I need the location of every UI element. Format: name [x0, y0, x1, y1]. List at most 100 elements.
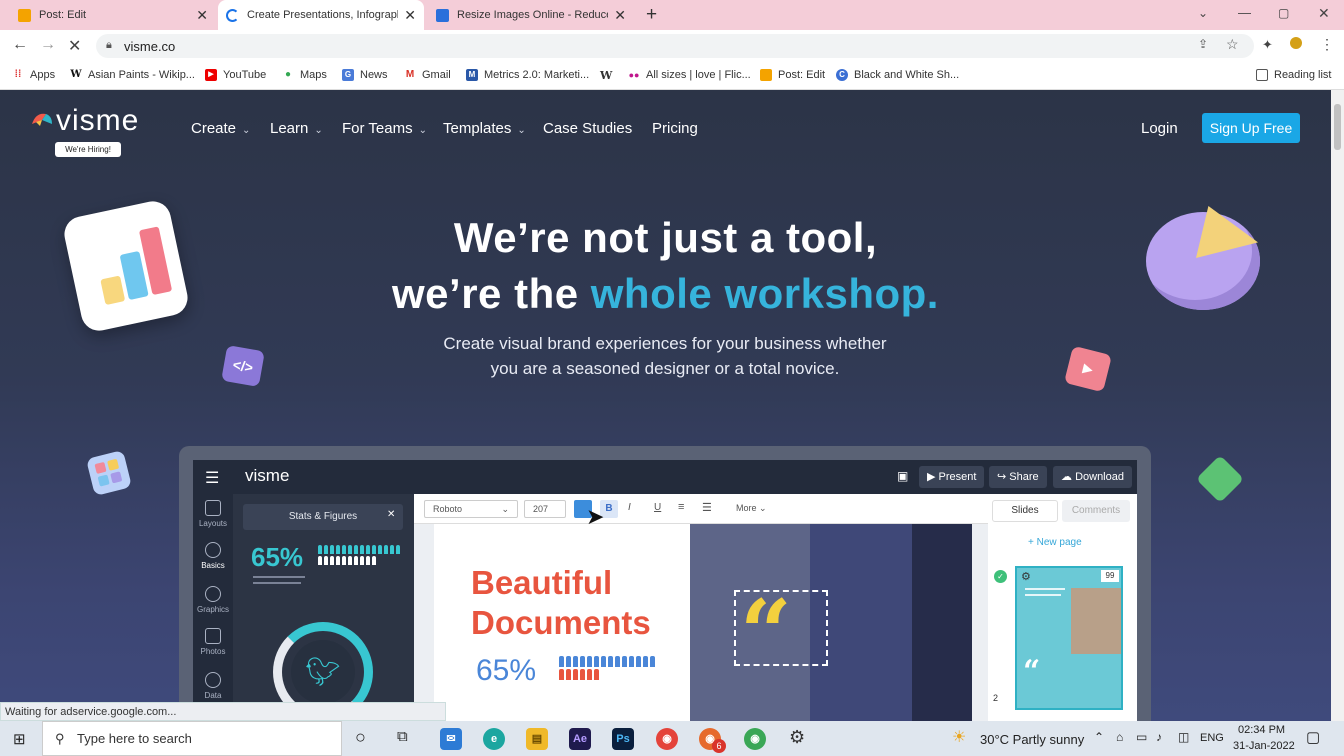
reading-list-label: Reading list: [1274, 69, 1332, 81]
slide-text-line: [1025, 594, 1061, 596]
photoshop-icon[interactable]: Ps: [612, 728, 634, 750]
tab-search-icon[interactable]: ⌄: [1198, 6, 1208, 20]
gmail-icon: M: [405, 69, 415, 80]
play-icon: ▶: [1063, 345, 1113, 393]
tab-visme[interactable]: Create Presentations, Infographic ✕: [218, 0, 424, 30]
bookmark-news[interactable]: G News: [342, 69, 388, 81]
chrome-profile-icon[interactable]: ◉: [744, 728, 766, 750]
maps-pin-icon: ●: [284, 69, 292, 80]
bookmark-apps[interactable]: ⁞⁞ Apps: [12, 69, 55, 81]
network-icon[interactable]: ⌂: [1116, 730, 1123, 744]
nav-create[interactable]: Create ⌄: [191, 120, 250, 137]
subheadline: Create visual brand experiences for your…: [420, 331, 910, 381]
reading-list[interactable]: Reading list: [1256, 69, 1331, 81]
nav-label: For Teams: [342, 120, 413, 137]
taskbar-search[interactable]: ⚲ Type here to search: [42, 721, 342, 756]
chevron-up-icon[interactable]: ⌃: [1094, 730, 1104, 744]
slide-thumbnail: ⚙ 99 “: [1015, 566, 1123, 710]
chrome-icon[interactable]: ◉: [656, 728, 678, 750]
headline-line-1: We’re not just a tool,: [453, 214, 878, 261]
forward-icon[interactable]: →: [40, 36, 56, 54]
bookmark-post-edit[interactable]: Post: Edit: [760, 69, 825, 81]
bookmark-black-white[interactable]: C Black and White Sh...: [836, 69, 959, 81]
language-indicator[interactable]: ENG: [1200, 732, 1224, 744]
reading-list-icon: [1256, 69, 1268, 81]
loading-icon: [226, 8, 239, 22]
maximize-icon[interactable]: ▢: [1278, 6, 1289, 20]
after-effects-icon[interactable]: Ae: [569, 728, 591, 750]
taskbar: ⊞ ⚲ Type here to search ○ ⧉ ✉ e ▤ Ae Ps …: [0, 721, 1344, 756]
signup-button[interactable]: Sign Up Free: [1202, 113, 1300, 143]
hamburger-icon: ☰: [205, 470, 220, 487]
bookmark-label: YouTube: [223, 69, 267, 81]
tab-label: Resize Images Online - Reduce J: [457, 9, 609, 21]
new-tab-button[interactable]: +: [646, 4, 657, 26]
nav-case-studies[interactable]: Case Studies: [543, 120, 632, 137]
bookmark-gmail[interactable]: M Gmail: [404, 69, 451, 81]
page-scrollbar[interactable]: [1331, 90, 1344, 721]
bookmark-metrics[interactable]: M Metrics 2.0: Marketi...: [466, 69, 589, 81]
twitter-bird-icon: 🐦︎: [291, 640, 355, 704]
font-size-select: 207: [524, 500, 566, 518]
menu-icon[interactable]: ⋮: [1320, 36, 1334, 53]
tile: [94, 461, 107, 474]
tab-resize-images[interactable]: Resize Images Online - Reduce J ✕: [428, 0, 634, 30]
clock-time[interactable]: 02:34 PM: [1238, 724, 1285, 736]
nav-learn[interactable]: Learn ⌄: [270, 120, 323, 137]
close-icon[interactable]: ✕: [196, 7, 208, 24]
hiring-badge[interactable]: We're Hiring!: [55, 142, 121, 157]
star-icon[interactable]: ☆: [1226, 36, 1239, 53]
bookmark-label: Black and White Sh...: [854, 69, 960, 81]
chevron-down-icon: ⌄: [314, 125, 323, 136]
bookmark-maps[interactable]: ● Maps: [282, 69, 327, 81]
bookmark-w[interactable]: W: [600, 69, 612, 82]
login-link[interactable]: Login: [1141, 120, 1178, 137]
windows-start-icon[interactable]: ⊞: [13, 730, 26, 748]
wikipedia-icon: W: [70, 69, 82, 80]
nav-label: Learn: [270, 120, 309, 137]
extensions-icon[interactable]: ✦: [1262, 37, 1273, 53]
scroll-thumb[interactable]: [1334, 104, 1341, 150]
file-explorer-icon[interactable]: ▤: [526, 728, 548, 750]
lock-icon: 🔒︎: [106, 39, 112, 51]
close-icon[interactable]: ✕: [404, 7, 416, 24]
chevron-down-icon: ⌄: [242, 125, 251, 136]
stop-loading-icon[interactable]: ✕: [68, 36, 81, 56]
close-window-icon[interactable]: ✕: [1318, 5, 1330, 22]
cortana-icon[interactable]: ○: [355, 727, 366, 748]
address-bar[interactable]: 🔒︎ visme.co ⇪ ☆: [96, 34, 1254, 58]
bookmark-flickr[interactable]: ●● All sizes | love | Flic...: [628, 69, 751, 81]
settings-gear-icon[interactable]: ⚙: [789, 727, 805, 748]
wifi-icon[interactable]: ◫: [1178, 730, 1189, 744]
volume-icon[interactable]: ♪: [1156, 730, 1162, 744]
subheadline-line-2: you are a seasoned designer or a total n…: [490, 359, 840, 378]
battery-icon[interactable]: ▭: [1136, 730, 1147, 744]
minimize-icon[interactable]: —: [1238, 5, 1251, 20]
edge-icon[interactable]: e: [483, 728, 505, 750]
nav-for-teams[interactable]: For Teams ⌄: [342, 120, 427, 137]
bookmark-youtube[interactable]: ▶ YouTube: [205, 69, 266, 81]
profile-avatar[interactable]: [1290, 37, 1302, 49]
rail-label: Layouts: [198, 519, 228, 528]
weather-text[interactable]: 30°C Partly sunny: [980, 732, 1084, 747]
bookmark-label: Metrics 2.0: Marketi...: [484, 69, 590, 81]
nav-templates[interactable]: Templates ⌄: [443, 120, 526, 137]
notifications-icon[interactable]: ▢: [1306, 728, 1320, 746]
task-view-icon[interactable]: ⧉: [397, 728, 408, 745]
app-mock-rail: Layouts Basics Graphics Photos Data: [193, 494, 233, 721]
tab-post-edit[interactable]: Post: Edit ✕: [10, 0, 216, 30]
clock-date[interactable]: 31-Jan-2022: [1233, 740, 1295, 752]
nav-pricing[interactable]: Pricing: [652, 120, 698, 137]
bookmark-asian-paints[interactable]: W Asian Paints - Wikip...: [70, 69, 195, 81]
visme-logo[interactable]: visme: [56, 104, 139, 138]
share-page-icon[interactable]: ⇪: [1198, 37, 1208, 51]
rail-label: Data: [204, 691, 222, 700]
mail-icon[interactable]: ✉: [440, 728, 462, 750]
bookmark-label: Post: Edit: [778, 69, 826, 81]
close-icon[interactable]: ✕: [614, 7, 626, 24]
canvas-people-icons: [558, 656, 662, 682]
back-icon[interactable]: ←: [12, 36, 28, 54]
tile: [97, 474, 110, 487]
bookmark-label: Asian Paints - Wikip...: [88, 69, 195, 81]
share-button: ↪ Share: [989, 466, 1047, 488]
